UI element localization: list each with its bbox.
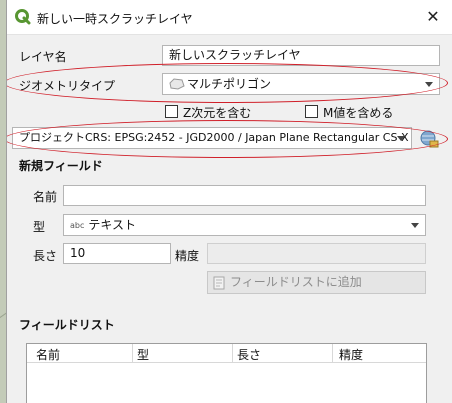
column-divider [232, 344, 233, 362]
close-button[interactable]: ✕ [422, 6, 444, 28]
field-length-label: 長さ [33, 249, 58, 263]
crs-value: プロジェクトCRS: EPSG:2452 - JGD2000 / Japan P… [19, 131, 409, 144]
column-divider [132, 344, 133, 362]
column-header-length[interactable]: 長さ [237, 346, 261, 363]
field-type-label: 型 [33, 220, 46, 234]
m-values-checkbox[interactable] [305, 105, 318, 118]
z-dimension-checkbox[interactable] [165, 105, 178, 118]
add-field-icon [213, 276, 225, 290]
crs-combo[interactable]: プロジェクトCRS: EPSG:2452 - JGD2000 / Japan P… [12, 127, 412, 149]
field-length-input[interactable]: 10 [63, 243, 171, 264]
z-dimension-label: Z次元を含む [183, 106, 252, 120]
chevron-down-icon [397, 136, 405, 141]
window-title: 新しい一時スクラッチレイヤ [37, 12, 193, 26]
column-divider [332, 344, 333, 362]
multipolygon-icon [169, 78, 185, 90]
new-field-group-title: 新規フィールド [19, 159, 103, 173]
field-type-combo[interactable]: abc テキスト [63, 214, 426, 236]
geometry-type-value: マルチポリゴン [187, 77, 272, 91]
field-precision-label: 精度 [175, 249, 200, 263]
m-values-label: M値を含める [323, 106, 394, 120]
chevron-down-icon [411, 223, 419, 228]
column-header-precision[interactable]: 精度 [339, 346, 363, 363]
crs-selector-icon[interactable] [418, 128, 440, 150]
new-scratch-layer-dialog: 新しい一時スクラッチレイヤ ✕ レイヤ名 新しいスクラッチレイヤ ジオメトリタイ… [6, 0, 452, 403]
qgis-logo-icon [15, 9, 31, 25]
field-name-input[interactable] [63, 185, 426, 206]
column-header-type[interactable]: 型 [137, 346, 149, 363]
field-precision-input[interactable] [207, 243, 426, 264]
column-header-name[interactable]: 名前 [36, 346, 60, 363]
field-list-table[interactable]: 名前 型 長さ 精度 [26, 343, 427, 403]
text-type-icon: abc [70, 221, 85, 230]
field-name-label: 名前 [33, 190, 58, 204]
geometry-type-label: ジオメトリタイプ [19, 79, 116, 93]
field-list-header: 名前 型 長さ 精度 [27, 344, 426, 363]
chevron-down-icon [425, 82, 433, 87]
geometry-type-combo[interactable]: マルチポリゴン [162, 73, 440, 95]
field-type-value: テキスト [88, 218, 137, 232]
add-to-field-list-label: フィールドリストに追加 [230, 275, 362, 289]
layer-name-input[interactable]: 新しいスクラッチレイヤ [162, 45, 440, 66]
add-to-field-list-button[interactable]: フィールドリストに追加 [207, 271, 426, 294]
field-list-group-title: フィールドリスト [19, 318, 115, 332]
title-bar: 新しい一時スクラッチレイヤ ✕ [7, 0, 452, 35]
layer-name-label: レイヤ名 [19, 50, 67, 64]
